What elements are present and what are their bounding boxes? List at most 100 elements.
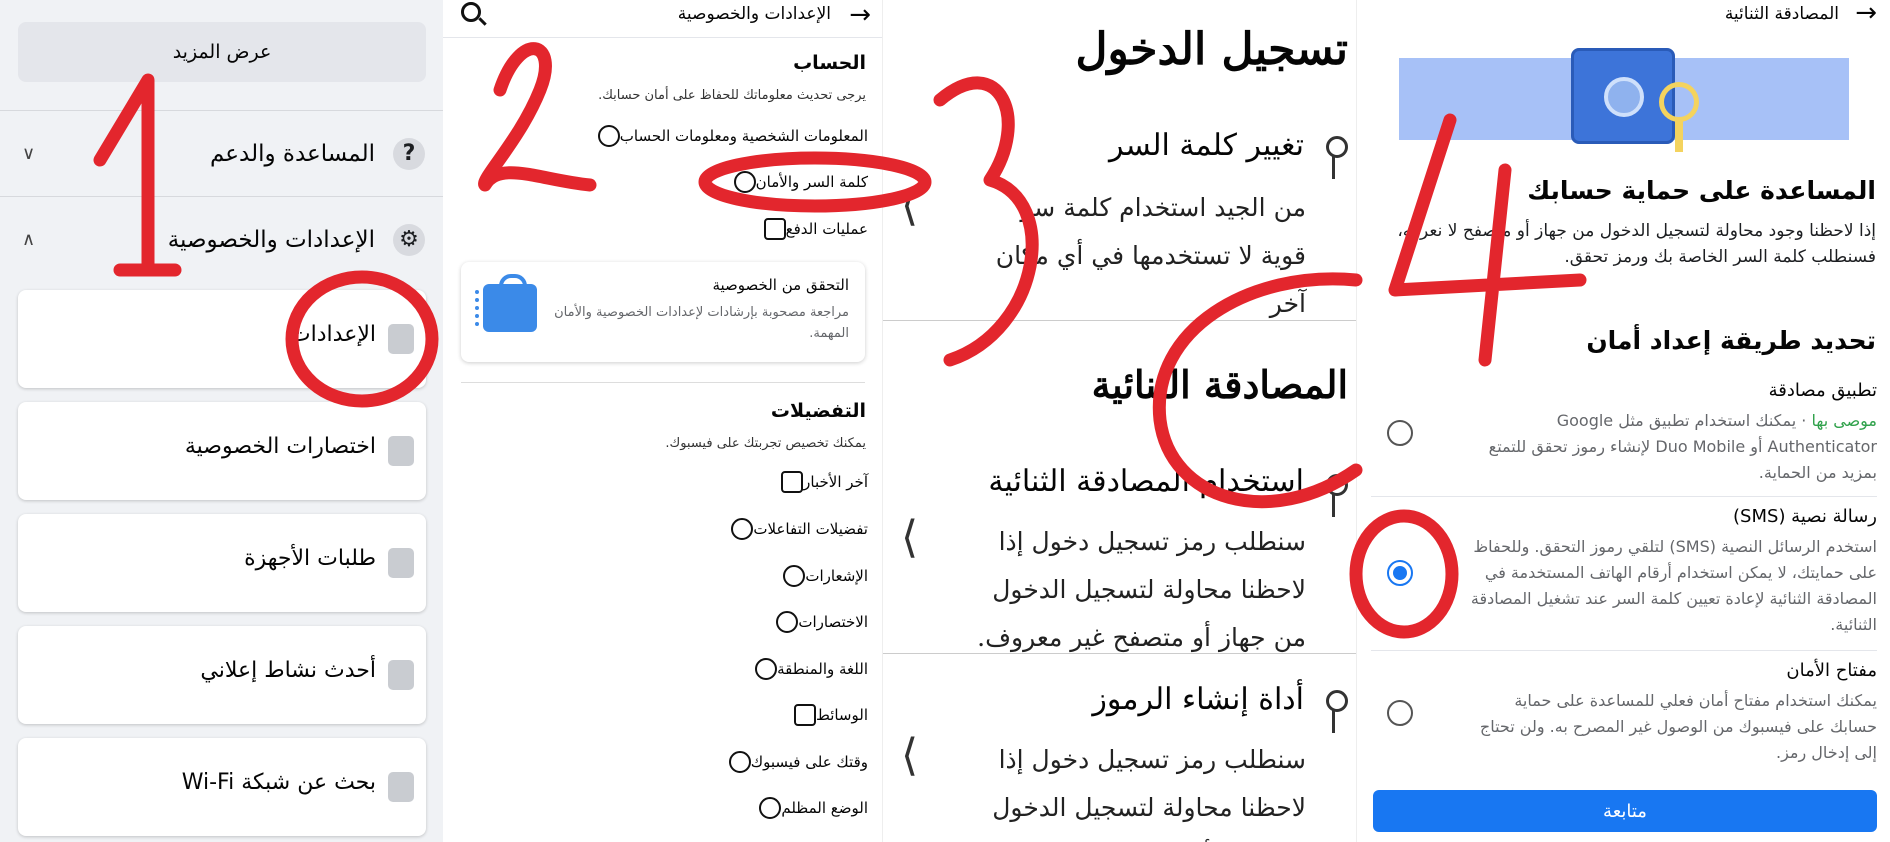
security-key-title: مفتاح الأمان (1786, 660, 1877, 681)
preferences-subtitle: يمكنك تخصيص تجربتك على فيسبوك. (665, 436, 866, 451)
wifi-icon (388, 772, 414, 802)
device-requests-card[interactable]: طلبات الأجهزة (18, 514, 426, 612)
privacy-shortcuts-card[interactable]: اختصارات الخصوصية (18, 402, 426, 500)
reaction-icon (731, 518, 754, 540)
settings-menu-panel: عرض المزيد ? المساعدة والدعم ∨ ⚙ الإعداد… (0, 0, 443, 842)
personal-info-label: المعلومات الشخصية ومعلومات الحساب (619, 127, 868, 145)
shortcuts-item[interactable]: الاختصارات (766, 607, 868, 637)
ad-activity-label: أحدث نشاط إعلاني (200, 658, 376, 683)
back-arrow-icon[interactable]: → (1855, 0, 1877, 28)
see-more-button[interactable]: عرض المزيد (18, 22, 426, 82)
chevron-up-icon: ∧ (22, 229, 36, 250)
settings-privacy-label: الإعدادات والخصوصية (167, 226, 375, 253)
pin-icon (776, 611, 799, 633)
device-requests-label: طلبات الأجهزة (244, 546, 376, 571)
page-title: المصادقة الثنائية (1724, 4, 1839, 24)
question-icon: ? (393, 137, 425, 170)
security-key-desc: يمكنك استخدام مفتاح أمان فعلي للمساعدة ع… (1479, 691, 1877, 762)
sms-title: رسالة نصية (SMS) (1733, 506, 1877, 527)
account-subtitle: يرجى تحديث معلوماتك للحفاظ على أمان حساب… (598, 88, 866, 103)
login-security-panel: تسجيل الدخول تغيير كلمة السر من الجيد اس… (883, 0, 1356, 842)
settings-privacy-panel: → الإعدادات والخصوصية الحساب يرجى تحديث … (443, 0, 883, 842)
recommended-badge: موصى بها (1811, 411, 1877, 430)
personal-info-item[interactable]: المعلومات الشخصية ومعلومات الحساب (588, 121, 868, 151)
chevron-left-icon[interactable]: ⟨ (901, 512, 918, 563)
radio-auth-app[interactable] (1387, 420, 1413, 446)
two-factor-title: المصادقة الثنائية (1091, 362, 1348, 407)
settings-card[interactable]: الإعدادات (18, 290, 426, 388)
change-password-desc: من الجيد استخدام كلمة سر قوية لا تستخدمه… (995, 193, 1306, 318)
globe-icon (755, 658, 778, 680)
phone-icon (388, 548, 414, 578)
back-arrow-icon[interactable]: → (849, 0, 871, 30)
notifications-item[interactable]: الإشعارات (773, 561, 868, 591)
use-2fa-desc: سنطلب رمز تسجيل دخول إذا لاحظنا محاولة ل… (977, 527, 1306, 652)
page-title: الإعدادات والخصوصية (677, 4, 831, 24)
preferences-title: التفضيلات (770, 400, 866, 422)
key-icon (1320, 690, 1348, 734)
dark-mode-item[interactable]: الوضع المظلم (749, 793, 868, 823)
option-divider (1371, 496, 1877, 497)
reaction-prefs-label: تفضيلات التفاعلات (753, 520, 868, 538)
privacy-checkup-card[interactable]: التحقق من الخصوصية مراجعة مصحوبة بإرشادا… (461, 262, 865, 362)
news-feed-icon (781, 471, 804, 493)
option-divider (1371, 650, 1877, 651)
wifi-search-card[interactable]: بحث عن شبكة Wi-Fi (18, 738, 426, 836)
language-region-label: اللغة والمنطقة (777, 660, 868, 678)
divider (883, 320, 1356, 321)
language-region-item[interactable]: اللغة والمنطقة (745, 654, 868, 684)
choose-method-title: تحديد طريقة إعداد أمان (1586, 326, 1876, 355)
wifi-search-label: بحث عن شبكة Wi-Fi (181, 770, 376, 795)
help-protect-title: المساعدة على حماية حسابك (1527, 176, 1876, 205)
account-title: الحساب (793, 52, 866, 74)
two-factor-setup-panel: → المصادقة الثنائية المساعدة على حماية ح… (1356, 0, 1890, 842)
auth-app-title: تطبيق مصادقة (1768, 380, 1877, 401)
dial-icon (1604, 77, 1644, 117)
ad-activity-card[interactable]: أحدث نشاط إعلاني (18, 626, 426, 724)
continue-button[interactable]: متابعة (1373, 790, 1877, 832)
golden-key-stem (1675, 118, 1683, 152)
news-feed-label: آخر الأخبار (803, 473, 868, 491)
shield-icon (733, 171, 756, 193)
lock-icon (388, 436, 414, 466)
auth-app-desc: موصى بها · يمكنك استخدام تطبيق مثل Googl… (1467, 408, 1877, 486)
radio-security-key[interactable] (1387, 700, 1413, 726)
settings-privacy-row[interactable]: ⚙ الإعدادات والخصوصية ∧ (0, 196, 443, 282)
dark-mode-label: الوضع المظلم (781, 799, 868, 817)
radio-sms[interactable] (1387, 560, 1413, 586)
top-bar: → الإعدادات والخصوصية (443, 0, 882, 38)
top-bar: → المصادقة الثنائية (1357, 0, 1890, 34)
search-icon[interactable] (461, 2, 481, 22)
gear-icon: ⚙ (393, 223, 425, 256)
media-item[interactable]: الوسائط (784, 700, 868, 730)
reaction-prefs-item[interactable]: تفضيلات التفاعلات (721, 514, 868, 544)
news-feed-item[interactable]: آخر الأخبار (771, 467, 868, 497)
settings-label: الإعدادات (289, 322, 376, 347)
clock-icon (728, 751, 751, 773)
code-generator-title[interactable]: أداة إنشاء الرموز (1092, 682, 1304, 717)
change-password-title[interactable]: تغيير كلمة السر (1109, 128, 1304, 163)
password-security-label: كلمة السر والأمان (755, 173, 868, 191)
privacy-checkup-title: التحقق من الخصوصية (712, 276, 849, 294)
shortcuts-label: الاختصارات (798, 613, 868, 631)
password-security-item[interactable]: كلمة السر والأمان (724, 167, 868, 197)
use-2fa-title[interactable]: استخدام المصادقة الثنائية (988, 464, 1304, 499)
help-support-label: المساعدة والدعم (210, 140, 375, 167)
ad-icon (388, 660, 414, 690)
user-icon (388, 324, 414, 354)
chevron-left-icon[interactable]: ⟨ (901, 180, 918, 231)
payments-item[interactable]: عمليات الدفع (754, 214, 868, 244)
time-on-facebook-item[interactable]: وقتك على فيسبوك (719, 747, 868, 777)
key-icon (1320, 136, 1348, 180)
sms-desc: استخدم الرسائل النصية (SMS) لتلقي رموز ا… (1470, 537, 1877, 634)
divider (883, 653, 1356, 654)
golden-key-icon (1659, 82, 1699, 122)
media-label: الوسائط (815, 706, 868, 724)
bell-icon (783, 565, 806, 587)
code-generator-desc: سنطلب رمز تسجيل دخول إذا لاحظنا محاولة ل… (977, 745, 1306, 842)
section-divider (461, 382, 865, 383)
chevron-left-icon[interactable]: ⟨ (901, 730, 918, 781)
notifications-label: الإشعارات (805, 567, 868, 585)
chevron-down-icon: ∨ (22, 143, 36, 164)
help-support-row[interactable]: ? المساعدة والدعم ∨ (0, 110, 443, 196)
